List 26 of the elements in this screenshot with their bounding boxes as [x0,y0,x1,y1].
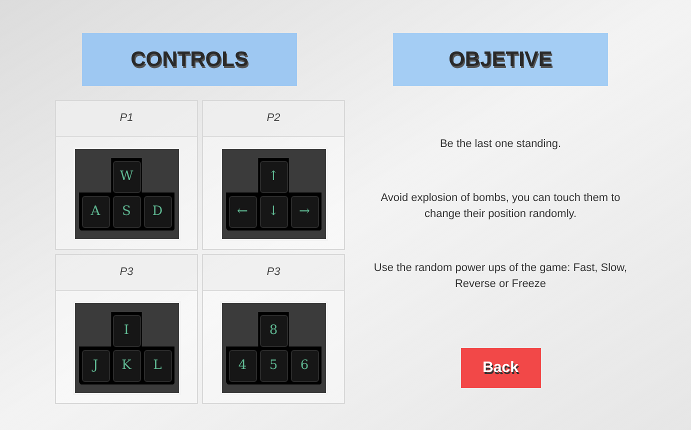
keyboard-key: I [112,314,140,346]
keyboard-key: J [82,350,110,382]
keyboard-key: W [112,160,140,192]
keyboard-key: K [112,350,140,382]
keyboard-key: S [112,196,140,228]
player-label: P3 [56,255,197,291]
player-label: P3 [203,255,344,291]
objective-text: Avoid explosion of bombs, you can touch them to change their position randomly. [380,191,622,222]
keyboard-key: 8 [260,314,288,346]
controls-header: CONTROLS [82,33,297,86]
keyboard-key: ← [228,196,256,228]
keyboard-key: D [144,196,172,228]
keyboard-key: → [290,196,318,228]
objective-text: Be the last one standing. [438,137,562,152]
objective-text: Use the random power ups of the game: Fast, Slow, Reverse or Freeze [372,261,628,292]
objective-header: OBJETIVE [393,33,608,86]
keyboard-key: ↓ [260,196,288,228]
keyboard-key: 6 [290,350,318,382]
keyboard-key: ↑ [260,160,288,192]
keyboard-key: 4 [228,350,256,382]
player-label: P1 [56,101,197,137]
keyboard-key: A [82,196,110,228]
player-label: P2 [203,101,344,137]
keyboard-key: 5 [260,350,288,382]
keyboard-key: L [144,350,172,382]
back-button[interactable]: Back [460,348,540,388]
